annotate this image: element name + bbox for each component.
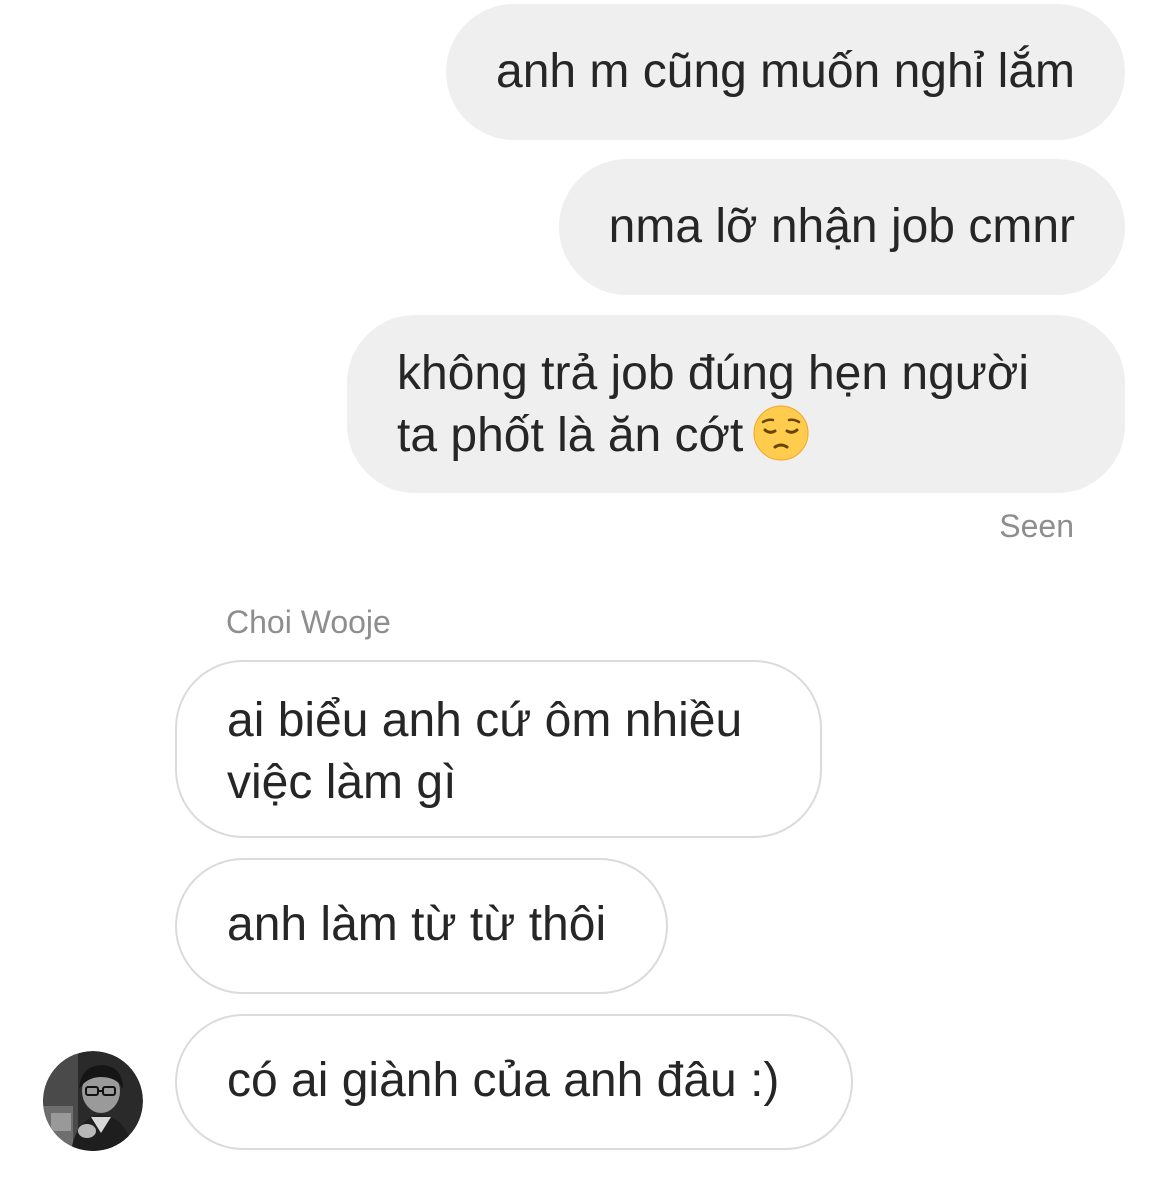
pensive-face-emoji-icon [753,405,809,461]
message-bubble-received[interactable]: có ai giành của anh đâu :) [175,1014,853,1150]
seen-status: Seen [999,508,1074,544]
message-text-line: việc làm gì [227,756,457,809]
profile-photo-avatar-icon [43,1051,143,1151]
message-text: ta phốt là ăn cớt [397,409,744,462]
message-bubble-sent[interactable]: anh m cũng muốn nghỉ lắm [446,4,1125,140]
message-bubble-sent[interactable]: không trả job đúng hẹn người ta phốt là … [347,315,1125,493]
message-bubble-received[interactable]: ai biểu anh cứ ôm nhiều việc làm gì [175,660,822,838]
message-text-line: ai biểu anh cứ ôm nhiều [227,694,743,747]
message-text: anh làm từ từ thôi [227,898,607,951]
message-text-line: không trả job đúng hẹn người [397,347,1030,400]
message-bubble-received[interactable]: anh làm từ từ thôi [175,858,668,994]
message-text: anh m cũng muốn nghỉ lắm [496,45,1075,98]
sender-name: Choi Wooje [226,604,391,640]
message-text-line: ta phốt là ăn cớt [397,405,1075,467]
message-text: nma lỡ nhận job cmnr [608,200,1075,253]
contact-avatar[interactable] [43,1051,143,1151]
message-text: có ai giành của anh đâu :) [227,1054,780,1107]
message-bubble-sent[interactable]: nma lỡ nhận job cmnr [558,159,1125,295]
